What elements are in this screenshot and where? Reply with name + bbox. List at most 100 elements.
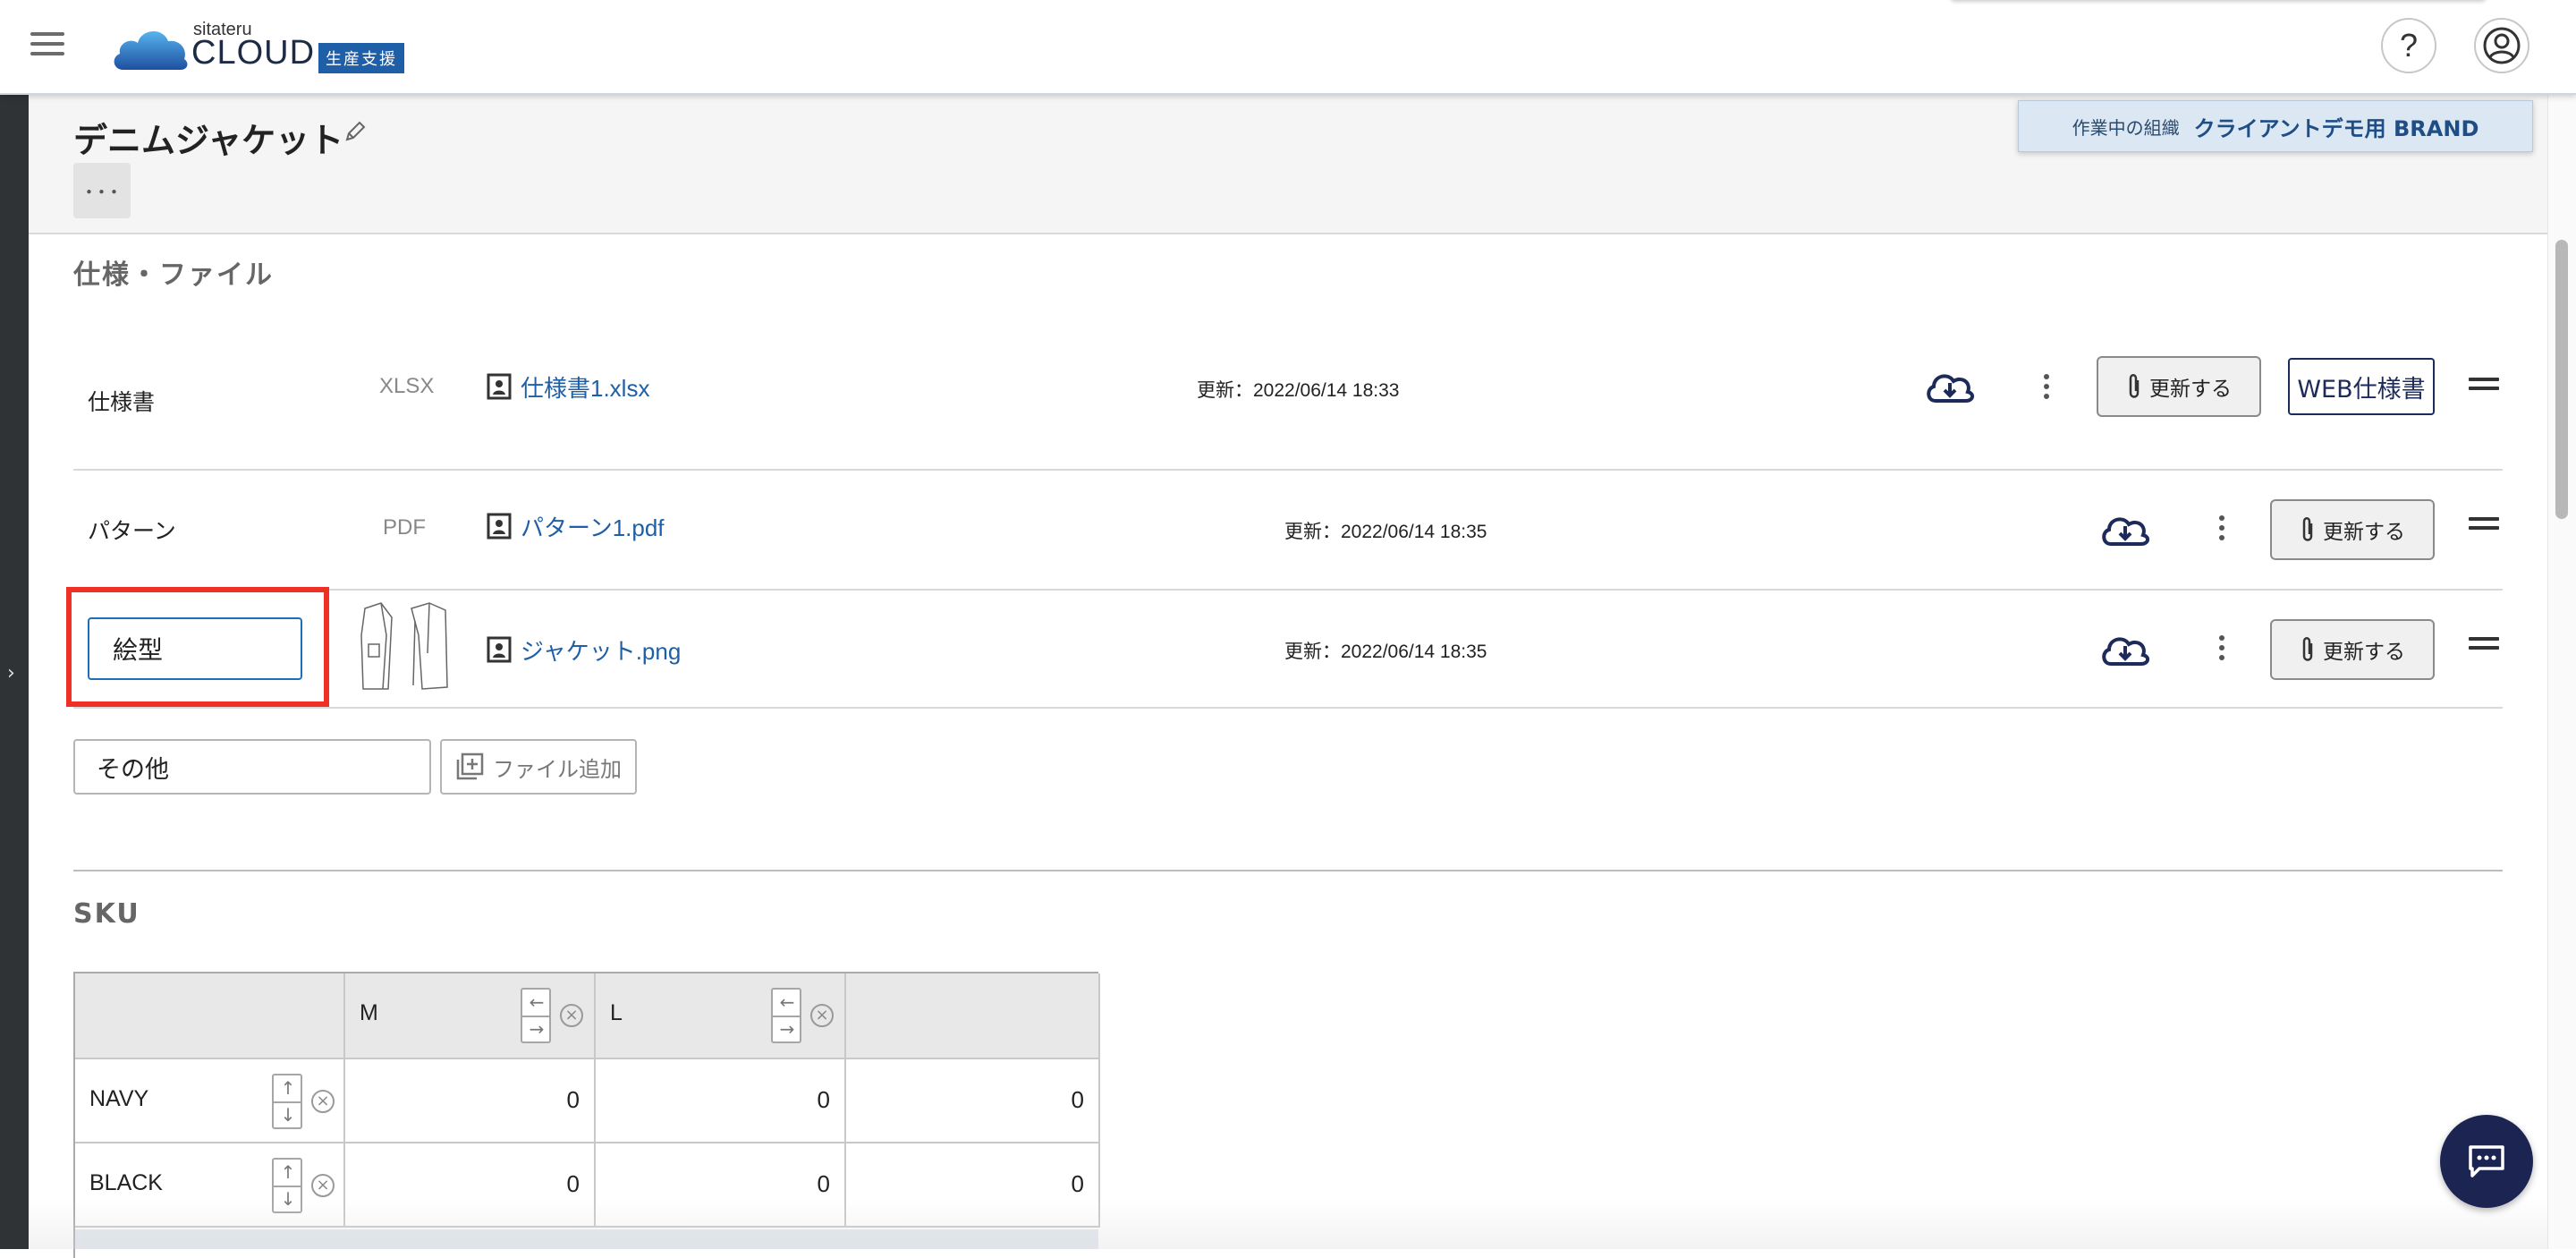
column-move-control[interactable]: ← → bbox=[521, 988, 551, 1043]
cloud-download-icon[interactable] bbox=[2100, 512, 2150, 548]
help-icon: ? bbox=[2399, 27, 2419, 64]
remove-icon[interactable]: × bbox=[311, 1090, 335, 1113]
chat-icon bbox=[2469, 1145, 2504, 1177]
file-icon bbox=[487, 636, 512, 662]
paperclip-icon bbox=[2302, 637, 2313, 661]
arrow-down-icon[interactable]: ↓ bbox=[277, 1187, 299, 1211]
sku-quantity-cell[interactable]: 0 bbox=[345, 1143, 596, 1228]
sku-column-label: L bbox=[610, 1000, 623, 1025]
web-spec-button[interactable]: WEB仕様書 bbox=[2288, 358, 2435, 415]
arrow-up-icon[interactable]: ↑ bbox=[277, 1076, 299, 1100]
help-button[interactable]: ? bbox=[2381, 18, 2436, 73]
sku-column-header: L ← → × bbox=[596, 973, 846, 1059]
file-link[interactable]: ジャケット.png bbox=[487, 633, 681, 667]
sku-quantity: 0 bbox=[566, 1086, 580, 1113]
file-icon bbox=[487, 373, 512, 399]
drag-handle-icon[interactable] bbox=[2469, 637, 2499, 651]
app-logo[interactable]: sitateru CLOUD 生産支援 bbox=[111, 16, 415, 73]
arrow-right-icon[interactable]: → bbox=[776, 1017, 798, 1041]
files-section-title: 仕様・ファイル bbox=[73, 259, 274, 291]
updated-at: 更新：2022/06/14 18:35 bbox=[1284, 522, 1487, 542]
page-title: デニムジャケット bbox=[73, 121, 344, 160]
expand-sidebar-icon[interactable]: › bbox=[7, 662, 15, 684]
sku-quantity: 0 bbox=[566, 1170, 580, 1197]
row-label: パターン bbox=[88, 518, 176, 544]
org-label: 作業中の組織 bbox=[2072, 116, 2180, 139]
arrow-left-icon[interactable]: ← bbox=[526, 990, 547, 1014]
update-button[interactable]: 更新する bbox=[2270, 499, 2435, 560]
update-button[interactable]: 更新する bbox=[2270, 619, 2435, 680]
update-button-label: 更新する bbox=[2149, 378, 2232, 401]
file-type: XLSX bbox=[379, 374, 435, 398]
kebab-icon[interactable] bbox=[2213, 632, 2231, 664]
account-button[interactable] bbox=[2474, 18, 2529, 73]
section-divider bbox=[73, 870, 2503, 871]
hamburger-icon[interactable] bbox=[30, 29, 66, 59]
sku-total: 0 bbox=[1071, 1086, 1084, 1113]
update-button-label: 更新する bbox=[2323, 641, 2405, 664]
sku-quantity: 0 bbox=[817, 1170, 830, 1197]
row-move-control[interactable]: ↑ ↓ bbox=[272, 1158, 302, 1213]
kebab-icon[interactable] bbox=[2213, 512, 2231, 544]
chat-button[interactable] bbox=[2440, 1115, 2533, 1208]
paperclip-icon bbox=[2302, 517, 2313, 541]
file-row: 仕様書 XLSX 仕様書1.xlsx 更新：2022/06/14 18:33 更… bbox=[73, 322, 2503, 471]
sku-column-label: M bbox=[360, 1000, 378, 1025]
kebab-icon[interactable] bbox=[2038, 370, 2055, 403]
jacket-thumbnail[interactable] bbox=[356, 599, 451, 694]
sku-row-label: BLACK bbox=[89, 1170, 163, 1195]
other-label-input[interactable] bbox=[73, 739, 431, 795]
top-bar: sitateru CLOUD 生産支援 ? bbox=[0, 0, 2576, 95]
sku-row-header: NAVY ↑ ↓ × bbox=[75, 1059, 345, 1143]
drag-handle-icon[interactable] bbox=[2469, 378, 2499, 392]
updated-at: 更新：2022/06/14 18:33 bbox=[1197, 380, 1400, 401]
row-label: 仕様書 bbox=[88, 389, 156, 415]
add-file-icon bbox=[456, 752, 484, 780]
more-actions-button[interactable]: ･･･ bbox=[73, 163, 131, 218]
remove-icon[interactable]: × bbox=[311, 1174, 335, 1197]
row-move-control[interactable]: ↑ ↓ bbox=[272, 1074, 302, 1129]
add-file-button[interactable]: ファイル追加 bbox=[440, 739, 637, 795]
file-label-input[interactable] bbox=[88, 617, 302, 680]
arrow-right-icon[interactable]: → bbox=[526, 1017, 547, 1041]
update-button[interactable]: 更新する bbox=[2097, 356, 2261, 417]
sku-total-header bbox=[846, 973, 1100, 1059]
drag-handle-icon[interactable] bbox=[2469, 517, 2499, 531]
file-name: パターン1.pdf bbox=[521, 514, 665, 541]
logo-badge: 生産支援 bbox=[318, 43, 404, 73]
vertical-scrollbar[interactable] bbox=[2547, 95, 2576, 1249]
left-rail: › bbox=[0, 95, 29, 1249]
sku-total: 0 bbox=[1071, 1170, 1084, 1197]
cloud-download-icon[interactable] bbox=[2100, 632, 2150, 667]
update-button-label: 更新する bbox=[2323, 521, 2405, 544]
scrollbar-thumb[interactable] bbox=[2555, 240, 2568, 519]
sku-quantity-cell[interactable]: 0 bbox=[596, 1059, 846, 1143]
pencil-icon[interactable] bbox=[342, 118, 369, 145]
add-file-label: ファイル追加 bbox=[493, 756, 622, 782]
file-type: PDF bbox=[383, 515, 426, 540]
sku-column-header: M ← → × bbox=[345, 973, 596, 1059]
sku-total-cell: 0 bbox=[846, 1143, 1100, 1228]
org-panel: 作業中の組織 クライアントデモ用 BRAND bbox=[2018, 100, 2533, 152]
file-name: ジャケット.png bbox=[521, 638, 682, 665]
sku-total-cell: 0 bbox=[846, 1059, 1100, 1143]
sku-quantity-cell[interactable]: 0 bbox=[345, 1059, 596, 1143]
sku-row-header: BLACK ↑ ↓ × bbox=[75, 1143, 345, 1228]
logo-big-text: CLOUD bbox=[191, 34, 316, 72]
arrow-down-icon[interactable]: ↓ bbox=[277, 1103, 299, 1126]
column-move-control[interactable]: ← → bbox=[771, 988, 801, 1043]
remove-icon[interactable]: × bbox=[810, 1004, 834, 1027]
cloud-download-icon[interactable] bbox=[1925, 369, 1975, 404]
paperclip-icon bbox=[2129, 374, 2140, 398]
arrow-up-icon[interactable]: ↑ bbox=[277, 1160, 299, 1184]
file-name: 仕様書1.xlsx bbox=[521, 375, 650, 402]
file-link[interactable]: パターン1.pdf bbox=[487, 510, 665, 543]
arrow-left-icon[interactable]: ← bbox=[776, 990, 798, 1014]
file-link[interactable]: 仕様書1.xlsx bbox=[487, 370, 649, 404]
sku-quantity-cell[interactable]: 0 bbox=[596, 1143, 846, 1228]
file-icon bbox=[487, 513, 512, 539]
updated-at: 更新：2022/06/14 18:35 bbox=[1284, 642, 1487, 662]
remove-icon[interactable]: × bbox=[560, 1004, 583, 1027]
cloud-logo-icon bbox=[114, 30, 188, 70]
file-row: パターン PDF パターン1.pdf 更新：2022/06/14 18:35 更… bbox=[73, 471, 2503, 591]
